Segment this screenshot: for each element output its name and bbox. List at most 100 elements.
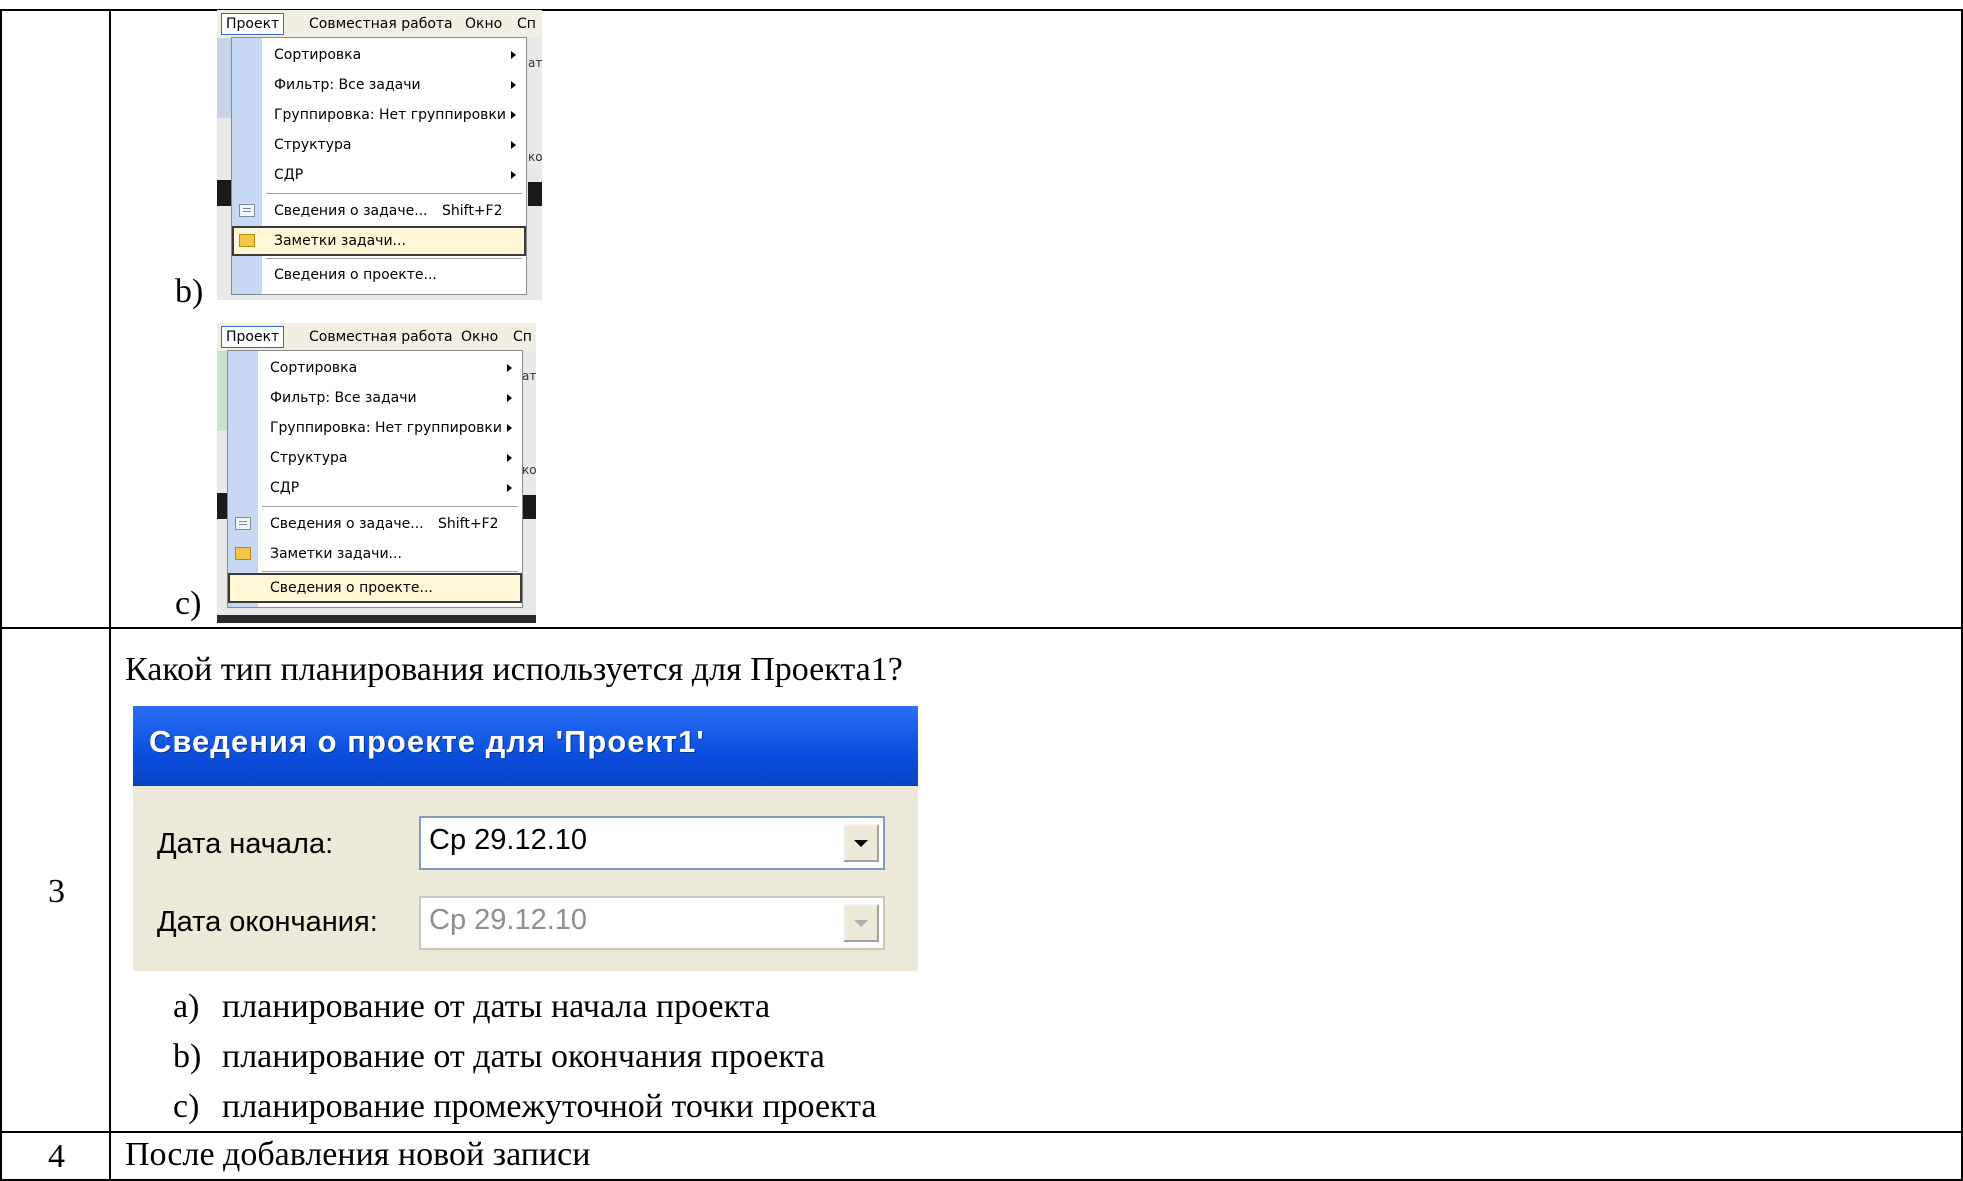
chevron-down-icon[interactable] [843, 824, 879, 862]
menubar: Проект Совместная работа Окно Сп [217, 10, 542, 38]
menu-item-label: Фильтр: Все задачи [270, 390, 417, 406]
menu-item-label: Сведения о задаче... [274, 203, 428, 219]
menu-window[interactable]: Окно [465, 14, 502, 34]
answer-marker: a) [173, 988, 200, 1025]
menu-item-project-info[interactable]: Сведения о проекте... [228, 573, 522, 603]
menu-item-label: Сведения о проекте... [274, 267, 437, 283]
background-fragment: ат [522, 369, 536, 383]
menu-item-label: Заметки задачи... [270, 546, 402, 562]
column-divider [109, 9, 111, 1181]
start-date-value: Ср 29.12.10 [429, 824, 588, 856]
submenu-arrow-icon [511, 171, 516, 179]
task-info-icon [239, 204, 255, 217]
menu-separator [262, 506, 518, 507]
background-dark-band [522, 495, 536, 519]
chevron-down-icon [843, 904, 879, 942]
submenu-arrow-icon [507, 484, 512, 492]
start-date-label: Дата начала: [157, 828, 334, 860]
row-divider-3-4 [0, 1131, 1963, 1133]
menu-separator [262, 571, 518, 572]
menu-item-label: Сортировка [270, 360, 358, 376]
menu-item-task-info[interactable]: Сведения о задаче... Shift+F2 [228, 509, 522, 539]
menu-item-wbs[interactable]: СДР [232, 160, 526, 190]
menu-window[interactable]: Окно [461, 327, 498, 347]
finish-date-value: Ср 29.12.10 [429, 904, 588, 936]
menu-item-filter[interactable]: Фильтр: Все задачи [228, 383, 522, 413]
menu-item-label: Структура [270, 450, 348, 466]
row-divider-2-3 [0, 627, 1963, 629]
submenu-arrow-icon [507, 424, 512, 432]
question-text: Какой тип планирования используется для … [125, 651, 903, 688]
dialog-title-bar: Сведения о проекте для 'Проект1' [133, 706, 918, 786]
menu-help[interactable]: Сп [517, 14, 536, 34]
start-date-field[interactable]: Ср 29.12.10 [419, 816, 885, 870]
menu-item-outline[interactable]: Структура [228, 443, 522, 473]
background-dark-band [528, 182, 542, 206]
menu-project[interactable]: Проект [221, 13, 285, 35]
menu-item-task-info[interactable]: Сведения о задаче... Shift+F2 [232, 196, 526, 226]
answer-c: c) планирование промежуточной точки проек… [173, 1087, 876, 1127]
menu-item-sort[interactable]: Сортировка [232, 40, 526, 70]
menu-screenshot-c: Проект Совместная работа Окно Сп ат ко С… [217, 323, 536, 623]
menu-collaborate[interactable]: Совместная работа [309, 14, 453, 34]
background-bottom-band [217, 615, 536, 623]
submenu-arrow-icon [511, 81, 516, 89]
menu-item-shortcut: Shift+F2 [438, 516, 499, 532]
question-number: 3 [48, 873, 65, 910]
menu-item-wbs[interactable]: СДР [228, 473, 522, 503]
question-number: 4 [48, 1138, 65, 1175]
submenu-arrow-icon [511, 111, 516, 119]
option-marker-b: b) [175, 273, 204, 310]
menu-separator [266, 258, 522, 259]
answer-b: b) планирование от даты окончания проекта [173, 1037, 825, 1077]
submenu-arrow-icon [507, 364, 512, 372]
table-border-left [0, 9, 2, 1181]
menu-item-label: Сортировка [274, 47, 362, 63]
menu-project[interactable]: Проект [221, 326, 285, 348]
menu-item-label: СДР [274, 167, 304, 183]
menu-separator [266, 193, 522, 194]
task-info-icon [235, 517, 251, 530]
answer-a: a) планирование от даты начала проекта [173, 987, 770, 1027]
menu-item-label: Фильтр: Все задачи [274, 77, 421, 93]
finish-date-label: Дата окончания: [157, 906, 378, 938]
menu-item-label: СДР [270, 480, 300, 496]
task-notes-icon [235, 547, 251, 560]
menu-item-group[interactable]: Группировка: Нет группировки [228, 413, 522, 443]
menu-item-label: Сведения о проекте... [270, 580, 433, 596]
answer-text: планирование от даты начала проекта [222, 988, 771, 1025]
question-text: После добавления новой записи [125, 1136, 591, 1173]
answer-text: планирование промежуточной точки проекта [222, 1088, 877, 1125]
answer-text: планирование от даты окончания проекта [222, 1038, 825, 1075]
finish-date-field: Ср 29.12.10 [419, 896, 885, 950]
submenu-arrow-icon [507, 454, 512, 462]
answer-marker: c) [173, 1088, 200, 1125]
menu-item-label: Структура [274, 137, 352, 153]
dialog-title: Сведения о проекте для 'Проект1' [149, 724, 705, 759]
submenu-arrow-icon [507, 394, 512, 402]
menu-item-task-notes[interactable]: Заметки задачи... [232, 226, 526, 256]
menu-collaborate[interactable]: Совместная работа [309, 327, 453, 347]
submenu-arrow-icon [511, 51, 516, 59]
submenu-arrow-icon [511, 141, 516, 149]
menu-item-label: Заметки задачи... [274, 233, 406, 249]
background-fragment: ат [528, 56, 542, 70]
option-marker-c: c) [175, 585, 202, 622]
menu-item-sort[interactable]: Сортировка [228, 353, 522, 383]
project-dropdown: Сортировка Фильтр: Все задачи Группировк… [231, 37, 527, 295]
menu-item-task-notes[interactable]: Заметки задачи... [228, 539, 522, 569]
menu-item-outline[interactable]: Структура [232, 130, 526, 160]
background-fragment: ко [522, 463, 536, 477]
menu-screenshot-b: Проект Совместная работа Окно Сп ат ко С… [217, 10, 542, 300]
menu-item-filter[interactable]: Фильтр: Все задачи [232, 70, 526, 100]
menu-item-label: Группировка: Нет группировки [270, 420, 502, 436]
menubar: Проект Совместная работа Окно Сп [217, 323, 536, 351]
menu-item-project-info[interactable]: Сведения о проекте... [232, 260, 526, 290]
project-info-dialog: Сведения о проекте для 'Проект1' Дата на… [133, 706, 918, 971]
menu-item-group[interactable]: Группировка: Нет группировки [232, 100, 526, 130]
project-dropdown: Сортировка Фильтр: Все задачи Группировк… [227, 350, 523, 608]
menu-item-label: Сведения о задаче... [270, 516, 424, 532]
menu-help[interactable]: Сп [513, 327, 532, 347]
background-fragment: ко [528, 150, 542, 164]
answer-marker: b) [173, 1038, 202, 1075]
